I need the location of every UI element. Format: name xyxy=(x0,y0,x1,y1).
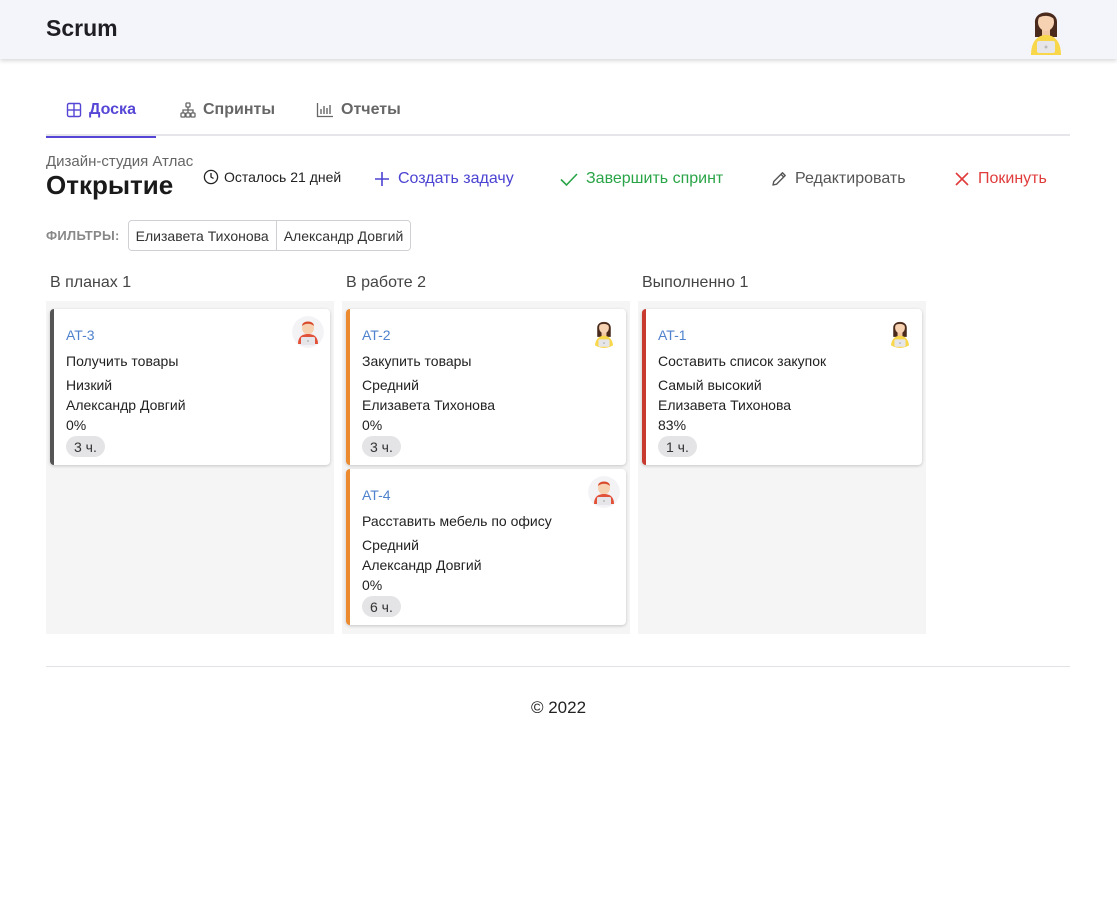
column-title-done: Выполненно 1 xyxy=(642,274,749,291)
filters-label: ФИЛЬТРЫ: xyxy=(46,228,120,243)
remaining-label: Осталось 21 дней xyxy=(224,169,342,185)
task-progress: 0% xyxy=(362,417,383,433)
task-progress: 83% xyxy=(658,417,687,433)
project-name: Дизайн-студия Атлас xyxy=(46,153,194,170)
leave-sprint-label: Покинуть xyxy=(978,170,1047,187)
close-icon xyxy=(955,172,969,186)
assignee-avatar xyxy=(884,316,916,348)
task-key[interactable]: AT-3 xyxy=(66,327,95,343)
sprint-title: Открытие xyxy=(46,170,174,200)
tab-board[interactable]: Доска xyxy=(46,84,156,138)
sprint-remaining: Осталось 21 дней xyxy=(203,169,341,185)
top-bar: Scrum xyxy=(0,0,1117,59)
task-priority: Самый высокий xyxy=(658,377,762,393)
copyright: © 2022 xyxy=(530,698,587,717)
task-title: Расставить мебель по офису xyxy=(362,513,552,529)
finish-sprint-label: Завершить спринт xyxy=(586,170,724,187)
filter-user-tikhonova[interactable]: Елизавета Тихонова xyxy=(128,221,276,250)
task-progress: 0% xyxy=(362,577,383,593)
leave-sprint-button[interactable]: Покинуть xyxy=(953,167,1047,191)
tab-sprints-label: Спринты xyxy=(203,101,275,118)
task-estimate-badge: 3 ч. xyxy=(362,436,401,457)
task-key[interactable]: AT-1 xyxy=(658,327,687,343)
task-priority: Средний xyxy=(362,377,419,393)
assignee-avatar xyxy=(588,316,620,348)
task-card[interactable]: AT-3 Получить товары Низкий Александр До… xyxy=(50,309,330,465)
assignee-avatar xyxy=(588,476,620,508)
task-estimate-badge: 6 ч. xyxy=(362,596,401,617)
finish-sprint-button[interactable]: Завершить спринт xyxy=(559,167,723,191)
task-estimate-badge: 3 ч. xyxy=(66,436,105,457)
task-assignee: Александр Довгий xyxy=(362,557,482,573)
reports-icon xyxy=(316,103,333,118)
create-task-button[interactable]: Создать задачу xyxy=(373,167,514,191)
plus-icon xyxy=(375,172,389,186)
column-title-planned: В планах 1 xyxy=(50,274,132,291)
sprints-icon xyxy=(180,102,196,118)
task-key[interactable]: AT-4 xyxy=(362,487,391,503)
pencil-icon xyxy=(772,172,786,186)
task-priority: Средний xyxy=(362,537,419,553)
column-done: AT-1 Составить список закупок Самый высо… xyxy=(638,301,926,634)
main-tabs: Доска Спринты Отчеты xyxy=(46,84,1070,138)
column-in-progress: AT-2 Закупить товары Средний Елизавета Т… xyxy=(342,301,630,634)
app-title: Scrum xyxy=(46,15,118,41)
task-estimate-badge: 1 ч. xyxy=(658,436,697,457)
task-key[interactable]: AT-2 xyxy=(362,327,391,343)
column-title-in-progress: В работе 2 xyxy=(346,274,427,291)
board-icon xyxy=(66,102,82,118)
check-icon xyxy=(560,173,578,187)
task-title: Составить список закупок xyxy=(658,353,827,369)
edit-sprint-label: Редактировать xyxy=(795,170,906,187)
task-assignee: Александр Довгий xyxy=(66,397,186,413)
user-avatar[interactable] xyxy=(1026,3,1066,55)
create-task-label: Создать задачу xyxy=(398,170,514,187)
tab-board-label: Доска xyxy=(89,101,136,118)
task-priority: Низкий xyxy=(66,377,113,393)
task-card[interactable]: AT-1 Составить список закупок Самый высо… xyxy=(642,309,922,465)
edit-sprint-button[interactable]: Редактировать xyxy=(770,167,906,191)
task-title: Закупить товары xyxy=(362,353,472,369)
tab-sprints[interactable]: Спринты xyxy=(180,84,275,136)
filters-bar: ФИЛЬТРЫ: Елизавета Тихонова Александр До… xyxy=(46,220,412,251)
task-card[interactable]: AT-2 Закупить товары Средний Елизавета Т… xyxy=(346,309,626,465)
column-planned: AT-3 Получить товары Низкий Александр До… xyxy=(46,301,334,634)
tab-reports-label: Отчеты xyxy=(341,101,401,118)
clock-icon xyxy=(203,169,219,185)
filter-user-dovgiy[interactable]: Александр Довгий xyxy=(275,221,411,250)
task-title: Получить товары xyxy=(66,353,179,369)
footer-divider xyxy=(46,666,1070,667)
task-assignee: Елизавета Тихонова xyxy=(362,397,496,413)
task-card[interactable]: AT-4 Расставить мебель по офису Средний … xyxy=(346,469,626,625)
assignee-avatar xyxy=(292,316,324,348)
task-assignee: Елизавета Тихонова xyxy=(658,397,792,413)
filter-group: Елизавета Тихонова Александр Довгий xyxy=(127,220,412,251)
task-progress: 0% xyxy=(66,417,87,433)
tab-reports[interactable]: Отчеты xyxy=(316,84,401,136)
